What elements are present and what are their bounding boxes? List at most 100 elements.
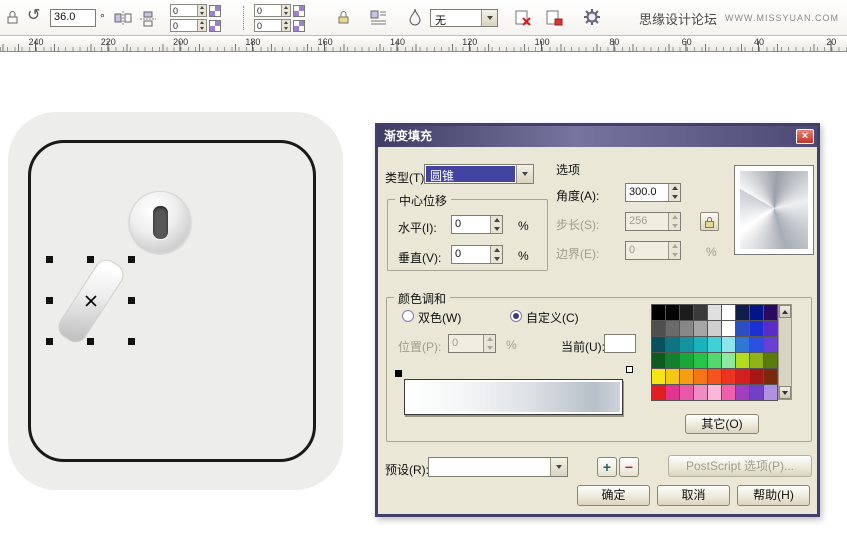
palette-swatch[interactable] [680, 305, 693, 320]
palette-swatch[interactable] [722, 305, 735, 320]
spinner[interactable] [668, 184, 680, 201]
undo-icon[interactable]: ↺ [27, 8, 40, 24]
ok-button[interactable]: 确定 [577, 485, 650, 506]
palette-swatch[interactable] [652, 305, 665, 320]
palette-swatch[interactable] [764, 369, 777, 384]
palette-swatch[interactable] [694, 353, 707, 368]
page-red-corner-icon[interactable] [545, 9, 563, 32]
horizontal-value[interactable]: 0 [452, 216, 490, 233]
palette-swatch[interactable] [722, 385, 735, 400]
gear-icon[interactable] [583, 8, 601, 31]
palette-swatch[interactable] [750, 321, 763, 336]
gradient-start-node[interactable] [395, 370, 402, 377]
mirror-vertical-icon[interactable] [140, 11, 156, 32]
selection-handle-sw[interactable] [46, 338, 53, 345]
selection-handle-se[interactable] [128, 338, 135, 345]
palette-swatch[interactable] [694, 385, 707, 400]
selection-center-x-icon[interactable] [85, 294, 97, 306]
palette-swatch[interactable] [750, 353, 763, 368]
add-preset-button[interactable]: + [597, 457, 617, 477]
palette-swatch[interactable] [736, 353, 749, 368]
palette-swatch[interactable] [680, 321, 693, 336]
lock-corners-icon[interactable] [336, 10, 351, 30]
scroll-down-icon[interactable] [779, 386, 791, 399]
inner-border-shape[interactable] [28, 140, 316, 462]
others-button[interactable]: 其它(O) [685, 414, 759, 434]
ink-drop-icon[interactable] [408, 8, 422, 31]
palette-swatch[interactable] [750, 337, 763, 352]
palette-swatch[interactable] [680, 385, 693, 400]
corner-radius-input-1[interactable]: 0 [170, 4, 207, 17]
palette-swatch[interactable] [652, 369, 665, 384]
palette-swatch[interactable] [736, 385, 749, 400]
palette-swatch[interactable] [694, 321, 707, 336]
spinner[interactable] [281, 5, 290, 16]
palette-swatch[interactable] [708, 385, 721, 400]
palette-swatch[interactable] [750, 369, 763, 384]
palette-swatch[interactable] [680, 353, 693, 368]
dropdown-arrow-icon[interactable] [481, 10, 497, 26]
spinner[interactable] [197, 20, 206, 31]
palette-swatch[interactable] [736, 369, 749, 384]
palette-swatch[interactable] [666, 369, 679, 384]
palette-swatch[interactable] [652, 321, 665, 336]
palette-swatch[interactable] [680, 337, 693, 352]
gradient-strip[interactable] [404, 379, 623, 415]
palette-swatch[interactable] [750, 305, 763, 320]
horizontal-field[interactable]: 0 [451, 215, 503, 234]
custom-radio[interactable] [510, 310, 522, 322]
palette-swatch[interactable] [722, 337, 735, 352]
close-button[interactable]: × [796, 129, 814, 144]
angle-field[interactable]: 300.0 [625, 183, 681, 202]
dropdown-arrow-icon[interactable] [516, 165, 533, 183]
palette-swatch[interactable] [750, 385, 763, 400]
palette-swatch[interactable] [666, 385, 679, 400]
selection-handle-e[interactable] [128, 297, 135, 304]
two-color-radio[interactable] [402, 310, 414, 322]
palette-swatch[interactable] [708, 305, 721, 320]
corner-radius-input-2[interactable]: 0 [170, 19, 207, 32]
selection-handle-n[interactable] [87, 256, 94, 263]
padlock-icon[interactable] [5, 10, 20, 30]
angle-value[interactable]: 300.0 [626, 184, 668, 201]
palette-swatch[interactable] [652, 337, 665, 352]
outline-width-dropdown[interactable]: 无 [430, 9, 498, 27]
palette-swatch[interactable] [764, 353, 777, 368]
rotation-angle-input[interactable]: 36.0 [50, 9, 96, 27]
palette-swatch[interactable] [652, 353, 665, 368]
palette-swatch[interactable] [764, 321, 777, 336]
current-color-swatch[interactable] [604, 334, 636, 353]
scroll-up-icon[interactable] [779, 305, 791, 318]
palette-swatch[interactable] [764, 337, 777, 352]
vertical-value[interactable]: 0 [452, 246, 490, 263]
custom-label[interactable]: 自定义(C) [526, 309, 579, 326]
palette-swatch[interactable] [666, 353, 679, 368]
palette-swatch[interactable] [708, 321, 721, 336]
spinner[interactable] [490, 246, 502, 263]
page-red-x-icon[interactable] [514, 9, 532, 32]
corner-radius-input-3[interactable]: 0 [254, 4, 291, 17]
delete-preset-button[interactable]: − [619, 457, 639, 477]
palette-swatch[interactable] [736, 305, 749, 320]
presets-dropdown[interactable] [428, 457, 568, 477]
palette-swatch[interactable] [722, 369, 735, 384]
palette-swatch[interactable] [736, 337, 749, 352]
dropdown-arrow-icon[interactable] [550, 458, 567, 476]
spinner[interactable] [281, 20, 290, 31]
spinner[interactable] [490, 216, 502, 233]
palette-swatch[interactable] [708, 369, 721, 384]
palette-swatch[interactable] [694, 305, 707, 320]
palette-swatch[interactable] [666, 337, 679, 352]
palette-swatch[interactable] [722, 321, 735, 336]
palette-swatch[interactable] [694, 369, 707, 384]
palette-swatch[interactable] [652, 385, 665, 400]
vertical-field[interactable]: 0 [451, 245, 503, 264]
horizontal-ruler[interactable]: 24022020018016014012010080604020 [0, 37, 847, 52]
corner-value-4[interactable]: 0 [255, 20, 281, 31]
gradient-end-node[interactable] [626, 366, 633, 373]
selection-handle-w[interactable] [46, 297, 53, 304]
palette-swatch[interactable] [666, 305, 679, 320]
mirror-horizontal-icon[interactable] [114, 11, 132, 30]
corner-value-2[interactable]: 0 [171, 20, 197, 31]
cancel-button[interactable]: 取消 [657, 485, 730, 506]
